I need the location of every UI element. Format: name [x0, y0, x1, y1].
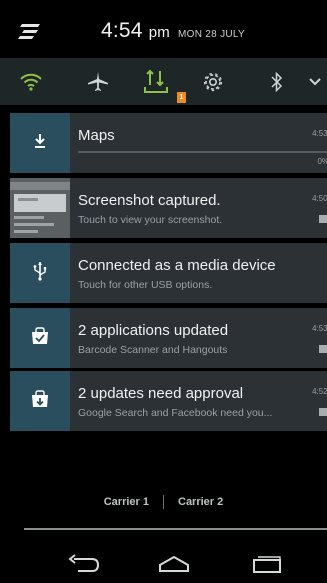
- notification-screenshot[interactable]: Screenshot captured. Touch to view your …: [10, 178, 327, 238]
- back-button[interactable]: [66, 554, 100, 579]
- notification-subtitle: Barcode Scanner and Hangouts: [78, 344, 228, 356]
- clock: 4:54 pm: [101, 19, 170, 43]
- usb-tethering-icon[interactable]: [133, 58, 179, 105]
- store-bag-download-icon: [30, 389, 50, 413]
- carrier-labels: Carrier 1 Carrier 2: [0, 494, 327, 510]
- notification-header: 4:54 pm MON 28 JULY: [0, 0, 327, 58]
- notification-title: Maps: [78, 127, 115, 144]
- notification-title: Screenshot captured.: [78, 192, 221, 209]
- download-progress-bar: [78, 151, 327, 153]
- download-progress-label: 0%: [317, 157, 327, 166]
- settings-menu-icon[interactable]: [18, 20, 44, 42]
- notification-icon-box: [10, 371, 70, 431]
- notification-time: 4:53 pm: [312, 324, 327, 333]
- chevron-down-icon[interactable]: [303, 58, 327, 105]
- quick-settings-bar: [0, 58, 327, 105]
- notification-subtitle: Google Search and Facebook need you...: [78, 407, 273, 419]
- notification-title: 2 applications updated: [78, 322, 229, 339]
- download-small-icon: [319, 408, 327, 416]
- recents-button[interactable]: [250, 554, 284, 579]
- notification-subtitle: Touch for other USB options.: [78, 279, 213, 291]
- clock-ampm: pm: [148, 24, 170, 41]
- notification-maps[interactable]: Maps 4:53 pm 0%: [10, 113, 327, 173]
- notification-time: 4:53 pm: [312, 129, 327, 138]
- navigation-bar: [0, 544, 327, 583]
- notification-updates-approval[interactable]: 2 updates need approval Google Search an…: [10, 371, 327, 431]
- notification-title: 2 updates need approval: [78, 385, 244, 402]
- screenshot-thumbnail: [10, 178, 70, 238]
- home-button[interactable]: [156, 554, 192, 579]
- notification-icon-box: [10, 243, 70, 303]
- settings-gear-icon[interactable]: [190, 58, 236, 105]
- shade-drag-handle[interactable]: [24, 528, 327, 530]
- notification-time: 4:52 pm: [312, 387, 327, 396]
- notification-usb[interactable]: Connected as a media device Touch for ot…: [10, 243, 327, 303]
- notification-apps-updated[interactable]: 2 applications updated Barcode Scanner a…: [10, 308, 327, 368]
- bluetooth-icon[interactable]: [254, 58, 300, 105]
- download-icon: [32, 132, 48, 155]
- clock-time: 4:54: [101, 19, 143, 42]
- check-icon: [319, 345, 327, 353]
- notification-subtitle: Touch to view your screenshot.: [78, 214, 223, 226]
- update-count-badge: 1: [177, 92, 186, 103]
- notification-icon-box: [10, 308, 70, 368]
- back-icon: [66, 554, 100, 579]
- notification-icon-box: [10, 113, 70, 173]
- wifi-icon[interactable]: [8, 58, 54, 105]
- store-bag-check-icon: [30, 326, 50, 350]
- notification-title: Connected as a media device: [78, 257, 276, 274]
- carrier-divider: [163, 495, 164, 509]
- date-label[interactable]: MON 28 JULY: [178, 29, 245, 40]
- image-icon: [319, 215, 327, 223]
- airplane-icon[interactable]: [75, 58, 121, 105]
- carrier-2-label: Carrier 2: [178, 496, 224, 508]
- carrier-1-label: Carrier 1: [103, 496, 149, 508]
- recents-icon: [250, 554, 284, 579]
- notification-time: 4:50 pm: [312, 194, 327, 203]
- usb-icon: [33, 261, 47, 286]
- home-icon: [156, 554, 192, 579]
